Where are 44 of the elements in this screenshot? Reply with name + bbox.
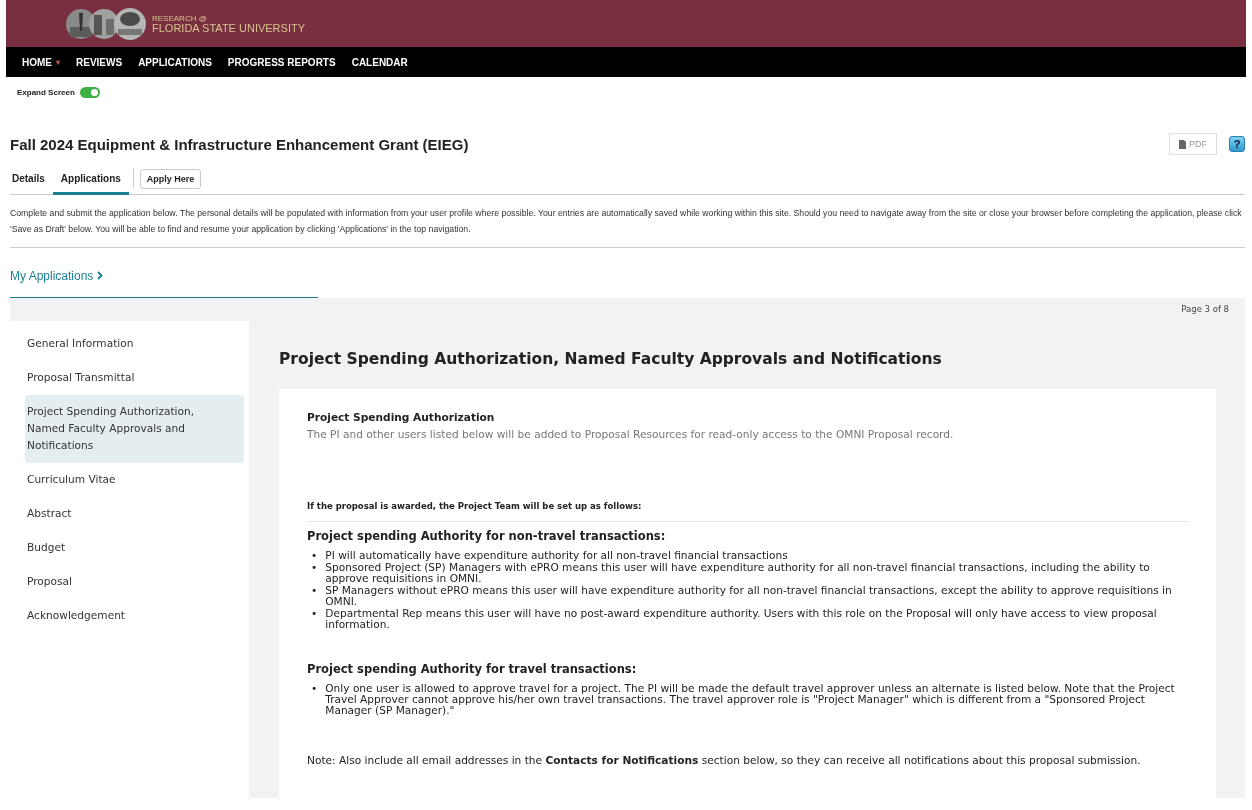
toggle-label: Expand Screen [17,87,75,97]
bullet-mark: • [311,550,318,561]
step-item[interactable]: Acknowledgement [25,599,244,633]
bullet-mark: • [311,608,318,621]
card-subtext: The PI and other users listed below will be added to Proposal Resources for read-only access to the OMNI Proposal record. [307,428,955,440]
step-item[interactable]: Budget [25,531,244,565]
tab[interactable]: Details [10,164,53,195]
bullet-mark: • [311,562,318,575]
nav-link[interactable]: HOME ▾ [14,47,68,77]
tab[interactable]: Applications [52,164,129,195]
step-item[interactable]: Abstract [25,497,244,531]
group-heading: Project spending Authority for non-travel transactions: [307,529,667,543]
bullet-item: SP Managers without ePRO means this user will have expenditure authority for all non-travel financial transactions, except the ability to approve requisitions in OMNI. [325,585,1173,607]
bullet-item: Only one user is allowed to approve travel for a project. The PI will be made the default travel approver unless an alternate is listed below. Note that the Project Travel Approver cannot approve his/her own travel transactions. The travel approver role is "Project Manager" which is different from a "Sponsored Project Manager (SP Manager)." [325,683,1176,716]
logo-text: RESEARCH @ [152,13,208,23]
bullet-item: Sponsored Project (SP) Managers with ePRO means this user will have expenditure authority for all non-travel financial transactions, including the ability to approve requisitions in OMNI. [325,562,1151,584]
chevron-icon [96,271,103,280]
group-heading: Project spending Authority for travel transactions: [307,662,638,676]
bullet-item: PI will automatically have expenditure authority for all non-travel financial transactions [325,550,788,561]
bullet-mark: • [311,683,318,696]
caret-icon: ▾ [56,57,60,67]
page-indicator: Page 3 of 8 [1180,303,1230,316]
logo-text: FLORIDA STATE UNIVERSITY [152,22,305,34]
bullet-item: Departmental Rep means this user will have no post-award expenditure authority. Users with this role on the Proposal will only have access to view proposal information. [325,608,1158,630]
help-button[interactable]: ? [1229,136,1245,152]
bullet-mark: • [311,585,318,598]
nav-link[interactable]: REVIEWS [68,47,131,77]
document-icon [1179,139,1186,149]
step-item[interactable]: General Information [25,327,244,361]
toggle-switch[interactable] [79,86,100,98]
step-item[interactable]: Curriculum Vitae [25,463,244,497]
step-item[interactable]: Proposal [25,565,244,599]
page-title: Fall 2024 Equipment & Infrastructure Enhancement Grant (EIEG) [10,135,469,153]
section-title: Project Spending Authorization, Named Faculty Approvals and Notifications [279,350,943,368]
nav-link[interactable]: CALENDAR [343,47,416,77]
step-item[interactable]: Proposal Transmittal [25,361,244,395]
awarded-note: If the proposal is awarded, the Project Team will be set up as follows: [307,501,1188,522]
nav-link[interactable]: APPLICATIONS [130,47,220,77]
intro-text: Complete and submit the application below. The personal details will be populated with information from your user profile where possible. Your entries are automatically saved while working within this site. Should you need to navigate away from the site or close your browser before completing the application, please click 'Save as Draft' below. You will be able to find and resume your application by clicking 'Applications' in the top navigation. [10,195,1245,248]
nav-link[interactable]: PROGRESS REPORTS [219,47,344,77]
apply-button[interactable]: Apply Here [139,169,202,189]
card-heading: Project Spending Authorization [307,411,496,423]
note-text: Note: Also include all email addresses in the Contacts for Notifications section below, so they can receive all notifications about this proposal submission. [307,754,1142,766]
step-item[interactable]: Project Spending Authorization, Named Faculty Approvals and Notifications [25,395,244,463]
